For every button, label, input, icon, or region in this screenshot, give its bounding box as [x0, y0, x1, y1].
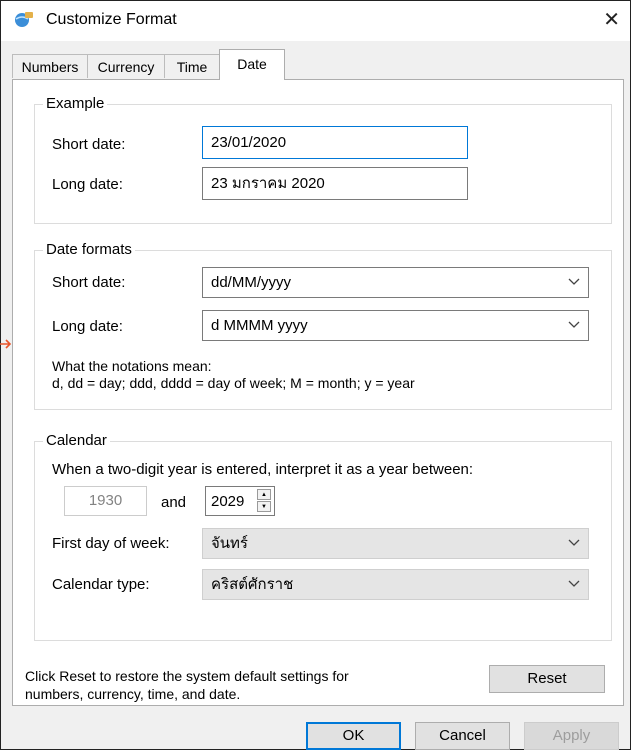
calendar-group-title: Calendar [43, 432, 110, 449]
two-digit-year-text: When a two-digit year is entered, interp… [52, 461, 474, 478]
date-formats-group-title: Date formats [43, 241, 135, 258]
example-long-date-field[interactable]: 23 มกราคม 2020 [202, 167, 468, 200]
calendar-type-value: คริสต์ศักราช [211, 576, 294, 593]
example-short-date-label: Short date: [52, 136, 126, 153]
customize-format-dialog: Customize Format ✕ Numbers Currency Time… [0, 0, 631, 750]
first-day-of-week-label: First day of week: [52, 535, 170, 552]
reset-info-line1: Click Reset to restore the system defaul… [25, 668, 349, 684]
tab-numbers[interactable]: Numbers [12, 54, 88, 78]
notations-text: d, dd = day; ddd, dddd = day of week; M … [52, 375, 415, 391]
window-title: Customize Format [46, 11, 177, 28]
and-label: and [161, 494, 187, 511]
calendar-type-label: Calendar type: [52, 576, 150, 593]
reset-button[interactable]: Reset [489, 665, 605, 693]
annotation-arrow-icon [0, 339, 12, 349]
spinner-buttons: ▲ ▼ [257, 489, 271, 513]
two-digit-year-to-value[interactable]: 2029 [211, 493, 244, 510]
two-digit-year-to-spinner[interactable]: 2029 ▲ ▼ [205, 486, 275, 516]
short-date-format-value: dd/MM/yyyy [211, 274, 292, 291]
tab-time[interactable]: Time [164, 54, 220, 78]
calendar-type-select[interactable]: คริสต์ศักราช [202, 569, 589, 600]
example-group: Example [34, 95, 612, 224]
apply-button[interactable]: Apply [524, 722, 619, 750]
spin-down-icon[interactable]: ▼ [257, 501, 271, 512]
tab-date[interactable]: Date [219, 49, 285, 80]
short-date-format-select[interactable]: dd/MM/yyyy [202, 267, 589, 298]
tab-currency[interactable]: Currency [87, 54, 165, 78]
chevron-down-icon [568, 539, 580, 546]
notations-title: What the notations mean: [52, 358, 212, 374]
settings-globe-icon [15, 12, 33, 27]
first-day-of-week-value: จันทร์ [211, 535, 248, 552]
cancel-button[interactable]: Cancel [415, 722, 510, 750]
title-bar: Customize Format ✕ [1, 1, 630, 41]
long-date-format-value: d MMMM yyyy [211, 317, 308, 334]
example-long-date-label: Long date: [52, 176, 123, 193]
long-date-format-label: Long date: [52, 318, 123, 335]
spin-up-icon[interactable]: ▲ [257, 489, 271, 500]
ok-button[interactable]: OK [306, 722, 401, 750]
two-digit-year-from-field: 1930 [64, 486, 147, 516]
example-group-title: Example [43, 95, 108, 112]
first-day-of-week-select[interactable]: จันทร์ [202, 528, 589, 559]
chevron-down-icon [568, 580, 580, 587]
chevron-down-icon [568, 278, 580, 285]
date-tab-panel: Example Short date: 23/01/2020 Long date… [12, 79, 624, 706]
close-icon[interactable]: ✕ [603, 7, 620, 32]
example-short-date-field[interactable]: 23/01/2020 [202, 126, 468, 159]
chevron-down-icon [568, 321, 580, 328]
short-date-format-label: Short date: [52, 274, 126, 291]
reset-info-line2: numbers, currency, time, and date. [25, 686, 241, 702]
long-date-format-select[interactable]: d MMMM yyyy [202, 310, 589, 341]
